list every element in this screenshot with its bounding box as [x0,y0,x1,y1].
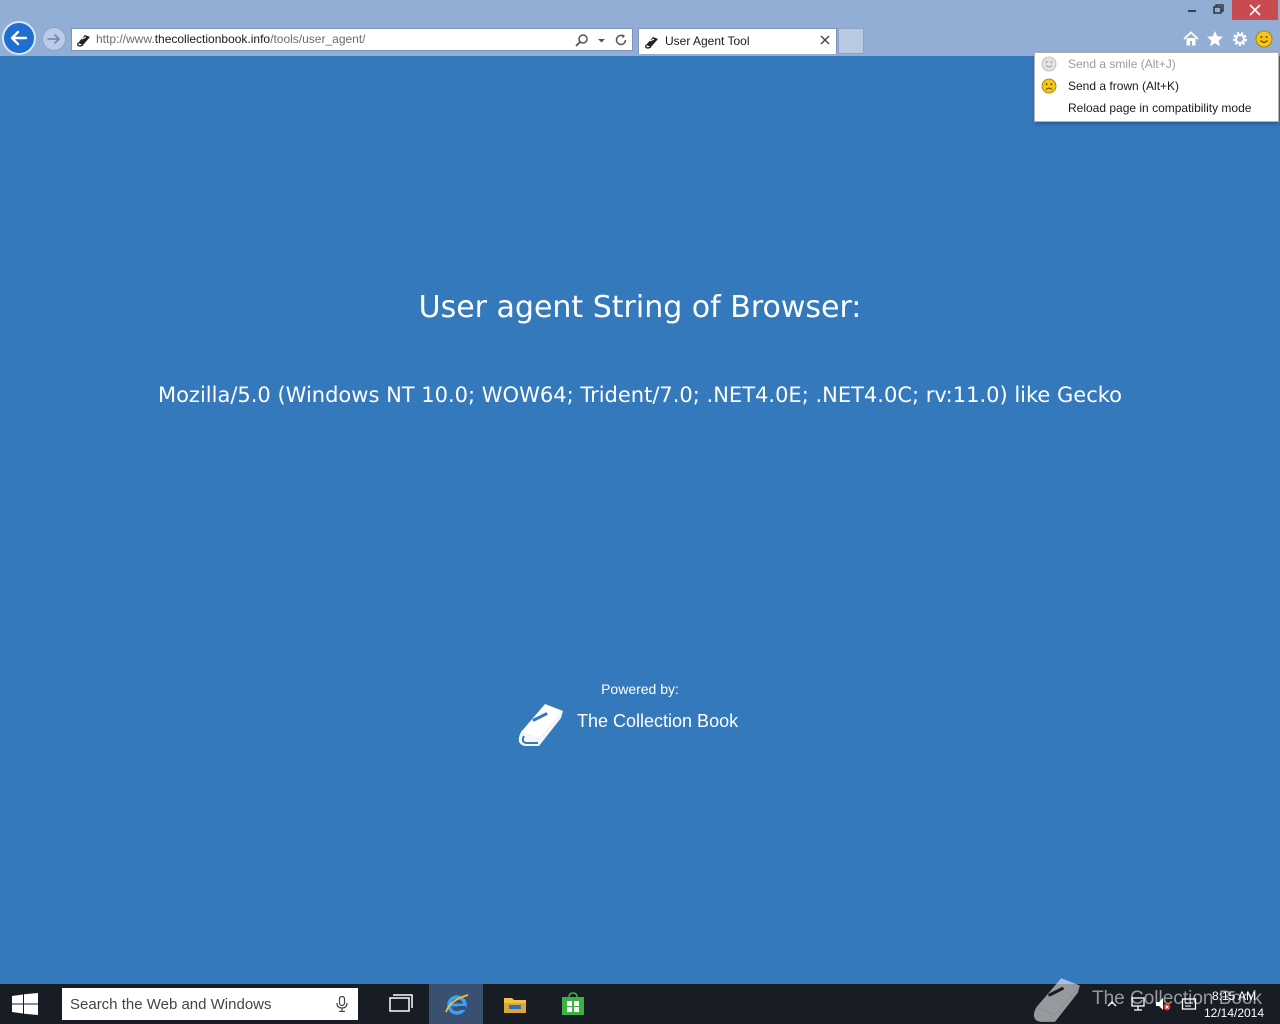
start-button[interactable] [0,984,50,1024]
folder-icon [504,998,526,1013]
close-tab-icon[interactable] [818,33,832,47]
site-book-icon [77,35,90,47]
site-book-icon [645,37,658,49]
taskbar-file-explorer[interactable] [487,984,541,1024]
refresh-icon[interactable] [614,32,628,51]
page-title: User agent String of Browser: [418,290,862,325]
powered-by-label: Powered by: [601,681,679,697]
star-icon[interactable] [1206,30,1224,48]
gear-icon[interactable] [1231,30,1249,48]
address-bar[interactable]: http://www.thecollectionbook.info/tools/… [71,28,633,51]
restore-icon [1213,4,1224,14]
close-window-button[interactable] [1232,0,1278,20]
menu-item-send-smile[interactable]: Send a smile (Alt+J) [1035,53,1278,75]
action-center-icon[interactable] [1181,996,1197,1012]
watermark-book-logo-icon [1033,978,1080,1022]
taskbar-search-input[interactable] [62,988,322,1020]
search-dropdown-icon[interactable] [597,32,606,51]
taskbar-internet-explorer[interactable] [429,984,483,1024]
browser-chrome: http://www.thecollectionbook.info/tools/… [0,0,1280,56]
back-button[interactable] [2,21,36,55]
frown-icon [1041,78,1057,94]
address-url: http://www.thecollectionbook.info/tools/… [96,32,366,46]
taskbar-search[interactable] [62,988,358,1020]
internet-explorer-icon [445,994,469,1015]
menu-item-reload-compatibility[interactable]: Reload page in compatibility mode [1035,97,1278,119]
task-view-button[interactable] [372,984,426,1024]
clock-date[interactable]: 12/14/2014 [1196,1006,1272,1020]
search-icon[interactable] [575,32,589,51]
tab-title: User Agent Tool [665,34,750,48]
clock-time[interactable]: 8:15 AM [1196,989,1272,1003]
store-icon [562,992,584,1015]
minimize-button[interactable] [1180,0,1204,20]
show-hidden-icons-icon[interactable] [1104,996,1120,1012]
forward-button[interactable] [42,27,66,51]
taskbar: The Collection Book 8:15 AM 12/14/2014 [0,978,1280,1024]
task-view-icon [389,994,413,1012]
feedback-menu: Send a smile (Alt+J) Send a frown (Alt+K… [1034,52,1279,122]
smiley-icon[interactable] [1255,30,1273,48]
smile-icon [1041,56,1057,72]
restore-button[interactable] [1206,0,1230,20]
home-icon[interactable] [1182,30,1200,48]
book-logo-icon[interactable] [515,700,565,748]
minimize-icon [1188,10,1196,12]
back-arrow-icon [10,30,28,46]
user-agent-string: Mozilla/5.0 (Windows NT 10.0; WOW64; Tri… [157,383,1123,407]
menu-item-send-frown[interactable]: Send a frown (Alt+K) [1035,75,1278,97]
volume-muted-icon[interactable] [1155,996,1171,1012]
microphone-icon[interactable] [336,996,348,1012]
network-icon[interactable] [1130,996,1146,1012]
windows-logo-icon [12,993,38,1015]
close-icon [1249,4,1261,16]
powered-by-name[interactable]: The Collection Book [577,711,738,732]
forward-arrow-icon [47,34,60,44]
new-tab-button[interactable] [838,28,864,54]
tab-user-agent-tool[interactable]: User Agent Tool [638,28,837,54]
taskbar-store[interactable] [545,984,599,1024]
